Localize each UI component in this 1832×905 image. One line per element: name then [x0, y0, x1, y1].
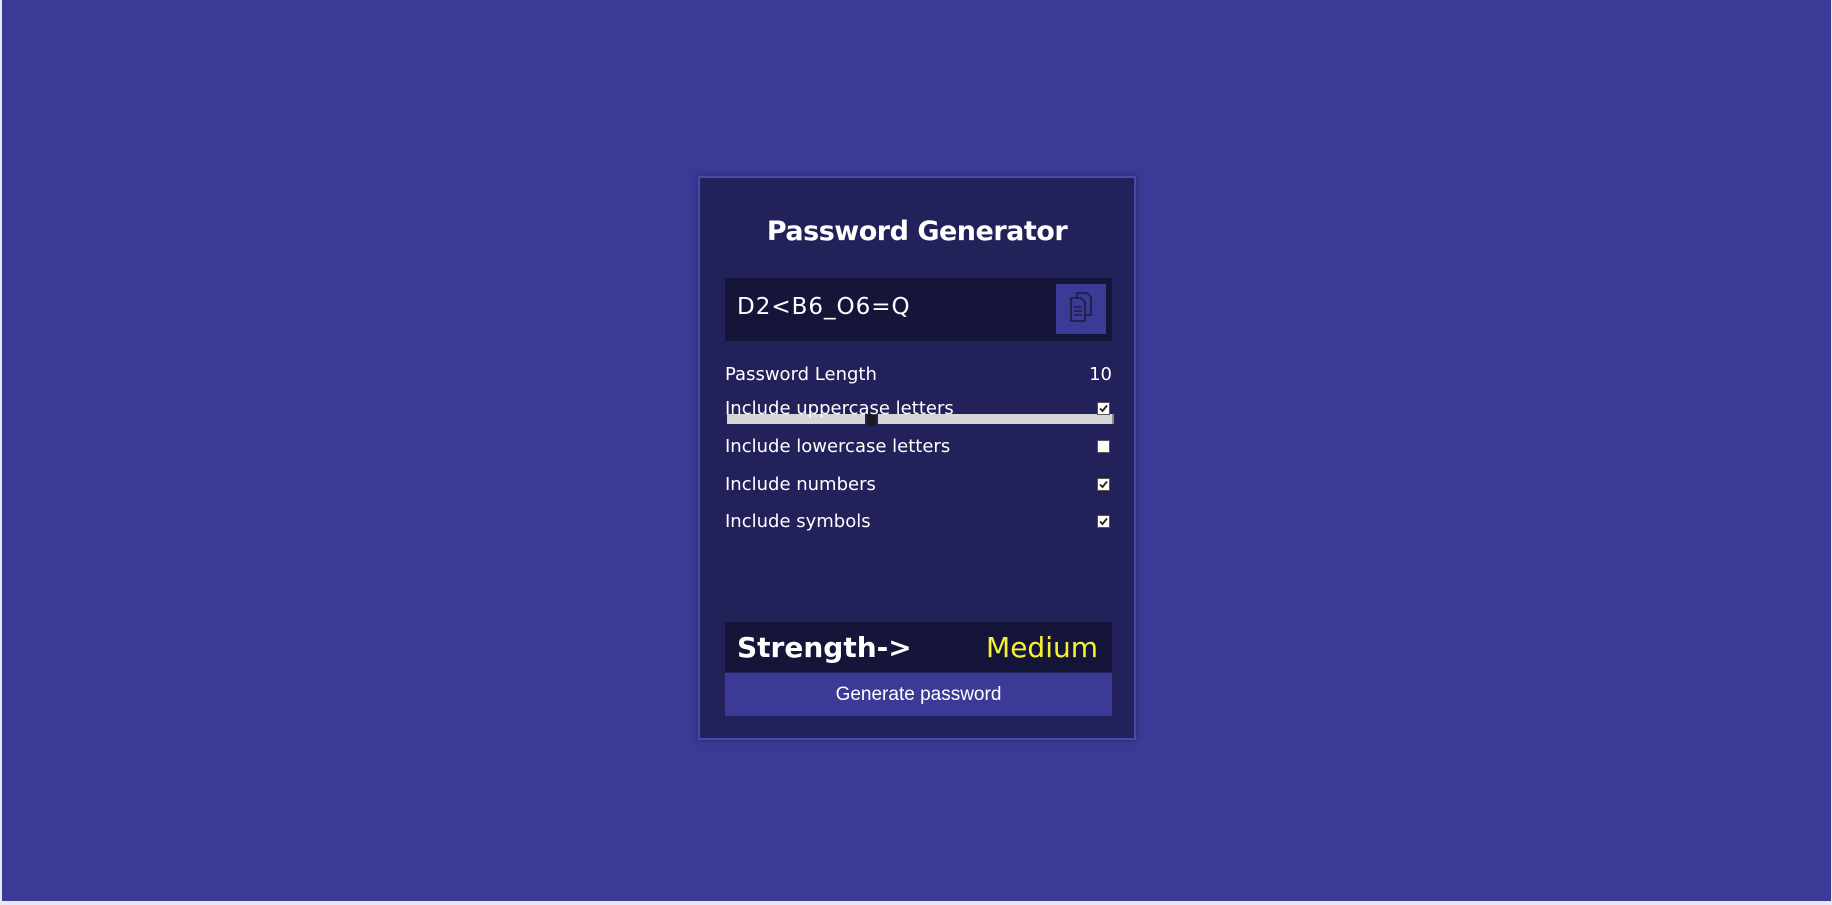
password-length-row: Password Length 10	[725, 362, 1112, 386]
page-background: Password Generator D2<B6_O6=Q Password L…	[2, 0, 1831, 901]
option-checkbox[interactable]	[1097, 401, 1110, 415]
strength-label: Strength->	[737, 630, 912, 664]
check-icon	[1099, 517, 1108, 525]
strength-indicator: Strength-> Medium	[725, 622, 1112, 672]
copy-button[interactable]	[1056, 284, 1106, 334]
option-checkbox[interactable]	[1097, 514, 1110, 528]
password-length-value: 10	[1089, 363, 1112, 385]
page-title: Password Generator	[766, 216, 1068, 247]
copy-icon	[1070, 291, 1092, 327]
option-row: Include numbers	[725, 472, 1112, 496]
generate-password-button[interactable]: Generate password	[725, 673, 1112, 716]
option-label: Include symbols	[725, 510, 871, 532]
check-icon	[1099, 480, 1108, 488]
password-display: D2<B6_O6=Q	[725, 278, 1112, 341]
password-value: D2<B6_O6=Q	[737, 294, 911, 320]
option-checkbox[interactable]	[1097, 439, 1110, 453]
check-icon	[1099, 404, 1108, 412]
option-label: Include numbers	[725, 473, 876, 495]
password-generator-card: Password Generator D2<B6_O6=Q Password L…	[698, 176, 1136, 740]
option-checkbox[interactable]	[1097, 477, 1110, 491]
option-label: Include uppercase letters	[725, 397, 954, 419]
option-row: Include symbols	[725, 509, 1112, 533]
option-label: Include lowercase letters	[725, 435, 951, 457]
strength-value: Medium	[986, 630, 1098, 664]
option-row: Include uppercase letters	[725, 396, 1112, 420]
option-row: Include lowercase letters	[725, 434, 1112, 458]
password-length-label: Password Length	[725, 363, 877, 385]
